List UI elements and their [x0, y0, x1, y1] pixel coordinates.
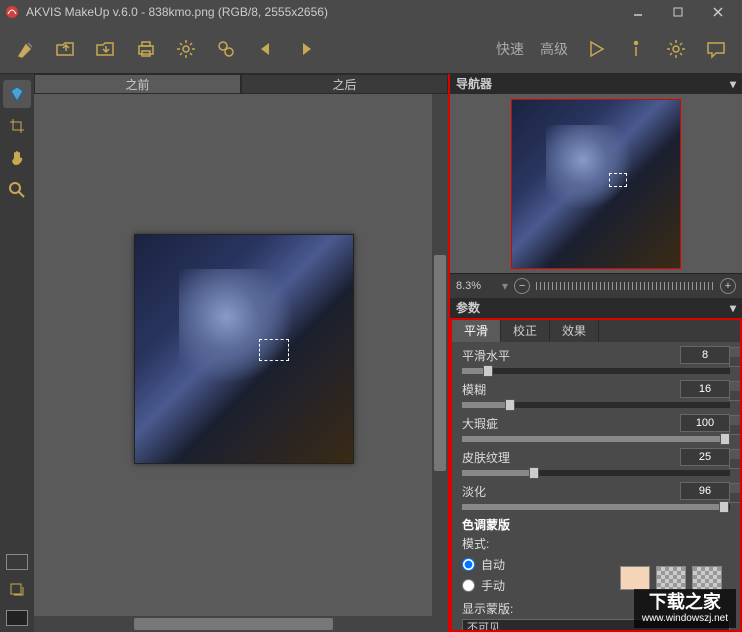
help-bubble-icon[interactable]: [698, 31, 734, 67]
preferences-gear-icon[interactable]: [658, 31, 694, 67]
canvas-area: 之前 之后: [34, 74, 448, 632]
mask-color-swatches: [620, 566, 722, 590]
canvas-viewport[interactable]: [34, 94, 448, 632]
fade-slider[interactable]: [462, 504, 730, 510]
settings-gear-icon[interactable]: [168, 31, 204, 67]
vertical-scrollbar[interactable]: [432, 94, 448, 632]
zoom-out-button[interactable]: −: [514, 278, 530, 294]
zoom-in-button[interactable]: +: [720, 278, 736, 294]
mode-fast-button[interactable]: 快速: [488, 39, 532, 59]
smooth-level-input[interactable]: 8: [680, 346, 730, 364]
horizontal-scrollbar[interactable]: [34, 616, 432, 632]
radio-auto[interactable]: [462, 558, 475, 571]
close-button[interactable]: [698, 0, 738, 24]
crop-tool-icon[interactable]: [3, 112, 31, 140]
params-header: 参数 ▾: [450, 298, 742, 318]
texture-slider[interactable]: [462, 470, 730, 476]
zoom-tool-icon[interactable]: [3, 176, 31, 204]
swatch-skin[interactable]: [620, 566, 650, 590]
navigator-header: 导航器 ▾: [450, 74, 742, 94]
navigator-thumbnail: [511, 99, 681, 269]
texture-input[interactable]: 25: [680, 448, 730, 466]
zoom-slider[interactable]: [536, 282, 714, 290]
mode-advanced-button[interactable]: 高级: [532, 39, 576, 59]
tone-mask-header: 色调蒙版: [452, 512, 740, 535]
param-texture: 皮肤纹理25: [452, 444, 740, 476]
tab-smooth[interactable]: 平滑: [452, 320, 501, 342]
left-toolbox: [0, 74, 34, 632]
jewel-tool-icon[interactable]: [3, 80, 31, 108]
minimize-button[interactable]: [618, 0, 658, 24]
tab-before[interactable]: 之前: [34, 74, 241, 94]
app-icon: [4, 4, 20, 20]
color-swatch-empty[interactable]: [6, 554, 28, 570]
radio-manual[interactable]: [462, 579, 475, 592]
color-swatch-dark[interactable]: [6, 610, 28, 626]
tab-after[interactable]: 之后: [241, 74, 448, 94]
right-panel: 导航器 ▾ 8.3%▾ − + 参数 ▾ 平滑 校正 效果 平滑水平8: [448, 74, 742, 632]
zoom-controls: 8.3%▾ − +: [450, 274, 742, 298]
blur-slider[interactable]: [462, 402, 730, 408]
save-file-icon[interactable]: [88, 31, 124, 67]
batch-icon[interactable]: [208, 31, 244, 67]
run-play-icon[interactable]: [578, 31, 614, 67]
canvas-image: [134, 234, 354, 464]
params-body: 平滑 校正 效果 平滑水平8 模糊16 大瑕疵100 皮肤纹理25 淡化9: [450, 318, 742, 632]
navigator-title: 导航器: [456, 74, 492, 94]
selection-marquee: [259, 339, 289, 361]
smooth-level-slider[interactable]: [462, 368, 730, 374]
undo-arrow-icon[interactable]: [248, 31, 284, 67]
collapse-icon[interactable]: ▾: [730, 298, 736, 318]
title-bar: AKVIS MakeUp v.6.0 - 838kmo.png (RGB/8, …: [0, 0, 742, 24]
open-file-icon[interactable]: [48, 31, 84, 67]
brush-tool-icon[interactable]: [8, 31, 44, 67]
swatch-checker-1[interactable]: [656, 566, 686, 590]
redo-arrow-icon[interactable]: [288, 31, 324, 67]
swatch-checker-2[interactable]: [692, 566, 722, 590]
info-icon[interactable]: [618, 31, 654, 67]
defect-input[interactable]: 100: [680, 414, 730, 432]
param-fade: 淡化96: [452, 478, 740, 510]
fade-input[interactable]: 96: [680, 482, 730, 500]
blur-input[interactable]: 16: [680, 380, 730, 398]
tab-correct[interactable]: 校正: [501, 320, 550, 342]
maximize-button[interactable]: [658, 0, 698, 24]
zoom-value[interactable]: 8.3%: [456, 280, 496, 292]
defect-slider[interactable]: [462, 436, 730, 442]
param-defect: 大瑕疵100: [452, 410, 740, 442]
navigator-body[interactable]: [450, 94, 742, 274]
collapse-icon[interactable]: ▾: [730, 74, 736, 94]
param-blur: 模糊16: [452, 376, 740, 408]
window-title: AKVIS MakeUp v.6.0 - 838kmo.png (RGB/8, …: [26, 5, 618, 19]
print-icon[interactable]: [128, 31, 164, 67]
watermark: 下载之家 www.windowszj.net: [634, 589, 736, 628]
hand-tool-icon[interactable]: [3, 144, 31, 172]
main-toolbar: 快速 高级: [0, 24, 742, 74]
layers-icon[interactable]: [3, 576, 31, 604]
params-title: 参数: [456, 298, 480, 318]
param-smooth-level: 平滑水平8: [452, 342, 740, 374]
tab-effect[interactable]: 效果: [550, 320, 599, 342]
